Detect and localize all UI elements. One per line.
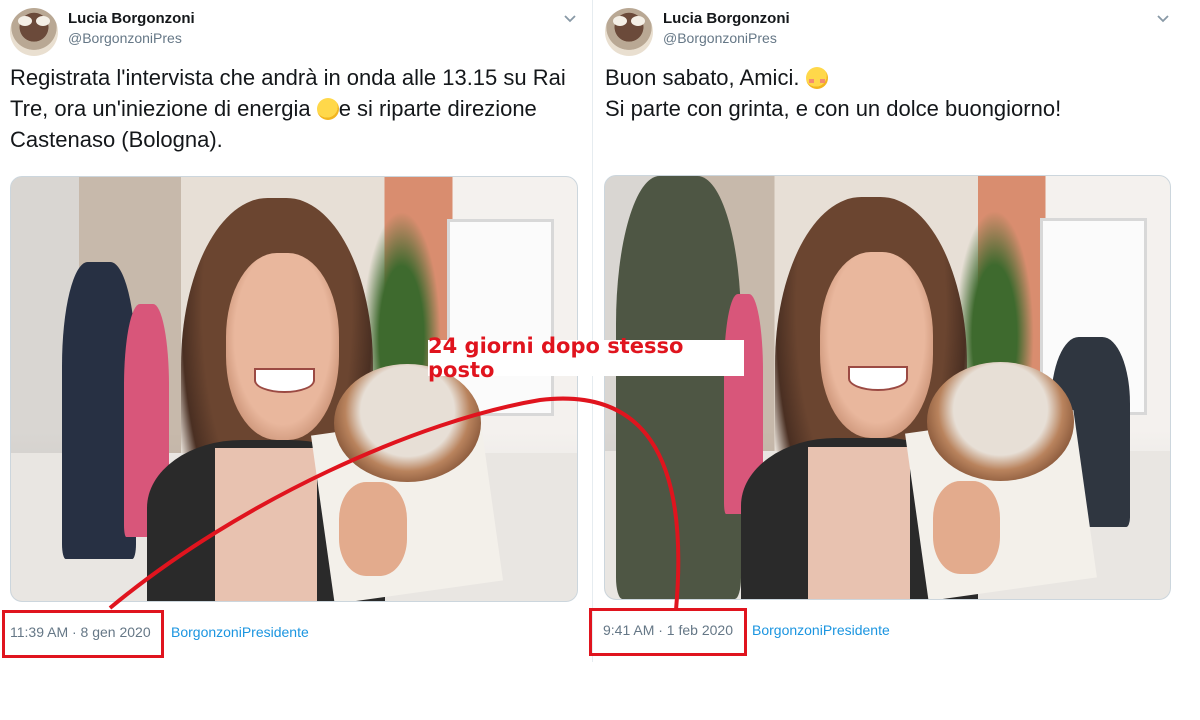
timestamp-highlight-right	[589, 608, 747, 656]
annotation-arrow	[108, 396, 681, 611]
timestamp-highlight-left	[2, 610, 164, 658]
annotation-label: 24 giorni dopo stesso posto	[428, 334, 744, 382]
